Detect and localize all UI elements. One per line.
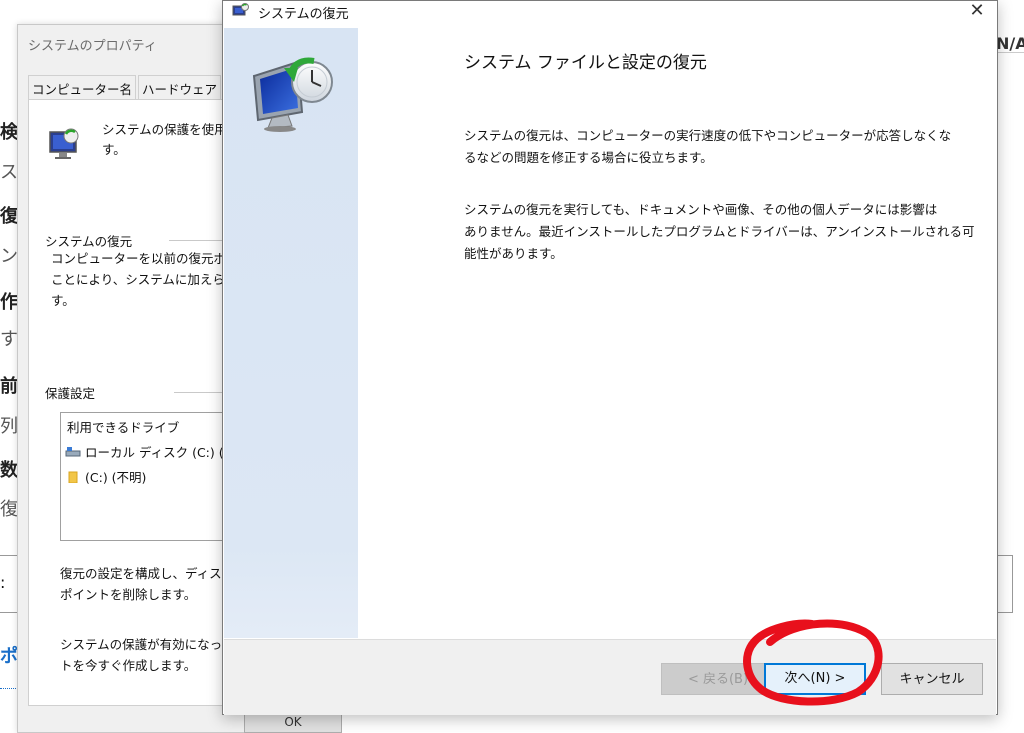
create-description: システムの保護が有効になっ トを今すぐ作成します。 (60, 637, 223, 673)
wizard-content: システム ファイルと設定の復元 システムの復元は、コンピューターの実行速度の低下… (358, 28, 997, 638)
configure-description: 復元の設定を構成し、ディス ポイントを削除します。 (60, 566, 222, 602)
protection-group-label: 保護設定 (45, 383, 102, 402)
title-bar[interactable]: システムの復元 ✕ (223, 0, 997, 27)
drive-label: (C:) (不明) (85, 470, 147, 485)
bg-divider (996, 52, 1024, 53)
system-properties-dialog: システムのプロパティ コンピューター名 ハードウェア 詳細 システムの保護を使用… (17, 24, 342, 733)
page-title: システム ファイルと設定の復元 (464, 53, 707, 73)
bg-fragment: : (0, 573, 6, 592)
system-restore-monitor-icon (252, 57, 333, 132)
tab-computer-name[interactable]: コンピューター名 (28, 75, 137, 100)
disk-drive-icon (65, 446, 81, 456)
dialog-title: システムの復元 (258, 7, 349, 22)
bg-fragment: 前 (0, 376, 18, 397)
cancel-button[interactable]: キャンセル (881, 663, 983, 695)
bg-link-fragment[interactable]: ポ (0, 642, 18, 668)
red-circle-annotation (743, 619, 883, 706)
system-restore-icon (232, 3, 249, 16)
wizard-side-panel (224, 28, 358, 638)
system-protection-icon (49, 128, 79, 159)
close-button[interactable]: ✕ (959, 0, 995, 25)
restore-description: コンピューターを以前の復元ポイ ことにより、システムに加えられ す。 (51, 251, 239, 308)
bg-box (996, 555, 1013, 613)
description-paragraph: システムの復元は、コンピューターの実行速度の低下やコンピューターが応答しなくな … (464, 128, 952, 165)
protection-description: システムの保護を使用 す。 (102, 122, 227, 157)
bg-fragment: N/A (996, 34, 1024, 53)
system-restore-dialog: システムの復元 ✕ システム ファイルと設定の復元 システムの復元は、コンピュー… (222, 0, 998, 715)
bg-fragment: す (0, 329, 18, 350)
bg-fragment: 列 (0, 416, 18, 437)
bg-fragment: 復 (0, 499, 18, 520)
drive-list-header[interactable]: 利用できるドライブ (67, 417, 179, 436)
folder-icon (68, 471, 78, 483)
bg-fragment: 数 (0, 460, 18, 481)
bg-fragment: ン (0, 246, 18, 267)
list-item[interactable]: (C:) (不明) (65, 467, 146, 486)
bg-fragment: 復 (0, 206, 18, 227)
dialog-title: システムのプロパティ (28, 39, 157, 54)
tab-hardware[interactable]: ハードウェア (138, 75, 222, 100)
bg-fragment: 作 (0, 292, 18, 313)
description-paragraph: システムの復元を実行しても、ドキュメントや画像、その他の個人データには影響は あ… (464, 202, 975, 261)
